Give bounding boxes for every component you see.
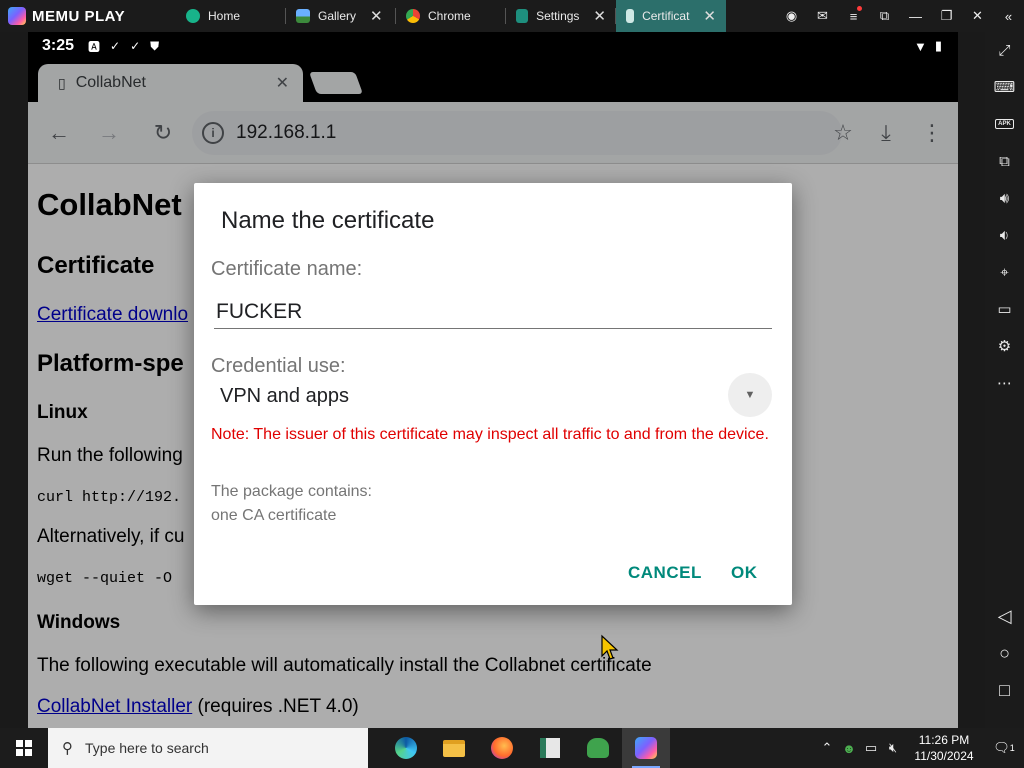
window-controls: ◉ ✉ ≡ ⧉ — ❐ ✕ « [776, 0, 1024, 32]
notification-count: 1 [1009, 743, 1015, 753]
ok-button[interactable]: OK [731, 563, 758, 583]
location-pin-icon[interactable]: ⌖ [985, 257, 1024, 287]
android-home-icon[interactable]: ○ [985, 637, 1024, 669]
search-placeholder: Type here to search [85, 740, 209, 756]
chrome-icon [406, 9, 420, 23]
tab-label: Certificat [642, 9, 690, 23]
clock-date: 11/30/2024 [914, 749, 974, 763]
taskbar-search-box[interactable]: ⚲ Type here to search [48, 728, 368, 768]
notification-icon: 🗨︎ [993, 740, 1010, 755]
emulator-tab-chrome[interactable]: Chrome [396, 0, 506, 32]
network-icon[interactable]: ▭ [860, 740, 882, 756]
minimize-icon[interactable]: — [900, 0, 931, 32]
package-contents-value: one CA certificate [211, 507, 337, 524]
collapse-sidebar-icon[interactable]: « [993, 0, 1024, 32]
mail-icon[interactable]: ✉ [807, 0, 838, 32]
search-icon: ⚲ [62, 740, 73, 757]
package-contents-label: The package contains: [211, 483, 372, 500]
clock-time: 11:26 PM [918, 733, 970, 747]
multi-instance-icon[interactable]: ⧉ [985, 146, 1024, 176]
multi-window-icon[interactable]: ⧉ [869, 0, 900, 32]
windows-taskbar: ⚲ Type here to search ⌃ ☻ ▭ 🔇︎ 11:26 PM … [0, 728, 1024, 768]
emulator-tab-gallery[interactable]: Gallery ✕ [286, 0, 396, 32]
gallery-icon [296, 9, 310, 23]
memu-taskbar-icon[interactable] [622, 728, 670, 768]
font-notification-icon: 🅰 [88, 39, 101, 54]
name-certificate-dialog: Name the certificate Certificate name: C… [194, 183, 792, 605]
memu-logo-icon [8, 7, 26, 25]
volume-up-icon[interactable]: 🔊︎ [985, 183, 1024, 213]
fullscreen-icon[interactable]: ⤢ [985, 35, 1024, 65]
tab-label: Chrome [428, 9, 471, 23]
home-app-icon [186, 9, 200, 23]
dropdown-arrow-icon[interactable]: ▼ [728, 373, 772, 417]
chevron-up-icon[interactable]: ⌃ [816, 740, 838, 756]
system-tray: ⌃ ☻ ▭ 🔇︎ 11:26 PM 11/30/2024 🗨︎ 1 [816, 728, 1024, 768]
file-explorer-icon[interactable] [430, 728, 478, 768]
start-button[interactable] [0, 728, 48, 768]
certificate-name-input[interactable] [214, 295, 772, 329]
windows-logo-icon [16, 740, 32, 756]
account-icon[interactable]: ◉ [776, 0, 807, 32]
mouse-cursor-icon [601, 634, 619, 660]
status-time: 3:25 [42, 37, 75, 54]
close-icon[interactable]: ✕ [593, 7, 606, 25]
emulator-tab-home[interactable]: Home [176, 0, 286, 32]
firefox-app-icon[interactable] [478, 728, 526, 768]
certificate-name-label: Certificate name: [211, 258, 363, 280]
document-app-icon[interactable] [526, 728, 574, 768]
cancel-button[interactable]: CANCEL [628, 563, 702, 583]
users-app-icon[interactable] [574, 728, 622, 768]
emulator-title-bar: MEMU PLAY Home Gallery ✕ Chrome Settings… [0, 0, 1024, 32]
people-icon[interactable]: ☻ [838, 741, 860, 756]
tab-label: Gallery [318, 9, 357, 23]
notification-center-button[interactable]: 🗨︎ 1 [984, 728, 1024, 768]
certificate-warning-text: Note: The issuer of this certificate may… [211, 426, 769, 443]
wifi-icon: ▼ [913, 38, 927, 54]
keyboard-icon[interactable]: ⌨ [985, 72, 1024, 102]
apk-install-icon[interactable]: APK [985, 109, 1024, 139]
folder-icon[interactable]: ▭ [985, 294, 1024, 324]
memu-brand-text: MEMU PLAY [32, 7, 126, 25]
restore-icon[interactable]: ❐ [931, 0, 962, 32]
download-done-icon: ✓ [130, 39, 141, 53]
settings-gear-icon [516, 9, 529, 23]
volume-muted-icon[interactable]: 🔇︎ [882, 740, 904, 756]
close-window-icon[interactable]: ✕ [962, 0, 993, 32]
settings-gear-icon[interactable]: ⚙ [985, 331, 1024, 361]
more-icon[interactable]: ⋯ [985, 368, 1024, 398]
credential-use-select[interactable]: VPN and apps ▼ [220, 373, 772, 427]
shield-icon: ⛊ [150, 38, 160, 53]
menu-icon[interactable]: ≡ [838, 0, 869, 32]
android-status-bar: 3:25 🅰 ✓ ✓ ⛊ ▼ ▮ [28, 32, 958, 60]
tab-label: Home [208, 9, 241, 23]
credential-use-value: VPN and apps [220, 385, 349, 407]
close-icon[interactable]: ✕ [703, 7, 716, 25]
download-done-icon: ✓ [110, 39, 121, 53]
android-back-icon[interactable]: ◁ [985, 600, 1024, 632]
edge-app-icon[interactable] [382, 728, 430, 768]
certificate-installer-icon [626, 9, 635, 23]
emulator-tab-settings[interactable]: Settings ✕ [506, 0, 616, 32]
tab-label: Settings [536, 9, 580, 23]
status-right: ▼ ▮ [914, 38, 942, 54]
taskbar-clock[interactable]: 11:26 PM 11/30/2024 [904, 732, 984, 764]
memu-logo: MEMU PLAY [0, 7, 176, 25]
emulator-tab-certificate[interactable]: Certificat ✕ [616, 0, 726, 32]
battery-icon: ▮ [934, 38, 942, 53]
volume-down-icon[interactable]: 🔉︎ [985, 220, 1024, 250]
close-icon[interactable]: ✕ [370, 7, 383, 25]
android-screen: 3:25 🅰 ✓ ✓ ⛊ ▼ ▮ ▯ CollabNet ✕ ← → ↻ i 1… [28, 32, 958, 728]
android-recents-icon[interactable]: □ [985, 674, 1024, 706]
dialog-title: Name the certificate [221, 207, 435, 234]
credential-use-label: Credential use: [211, 355, 346, 377]
